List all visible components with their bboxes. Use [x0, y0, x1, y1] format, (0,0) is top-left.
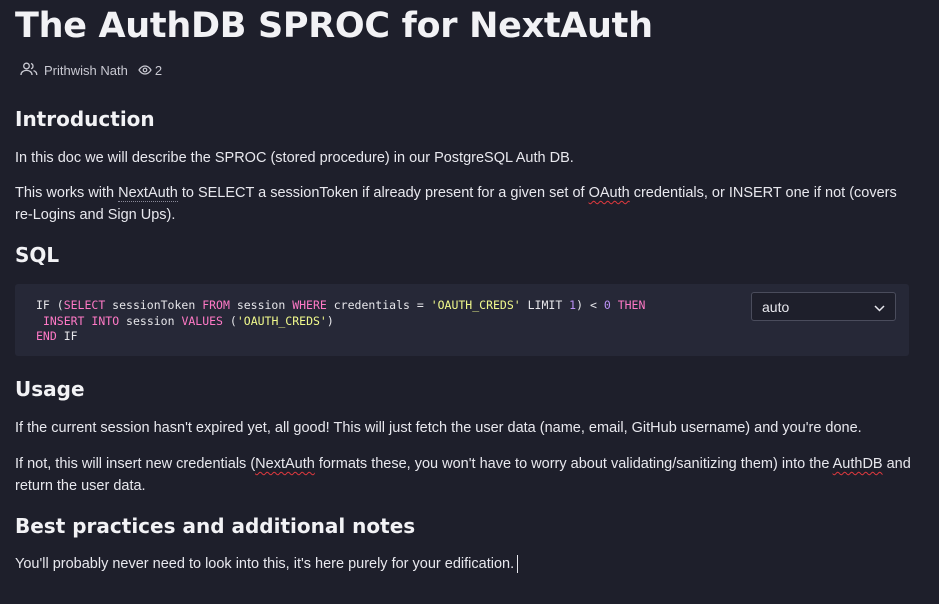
code-token: credentials =	[326, 298, 431, 312]
heading-best-practices[interactable]: Best practices and additional notes	[15, 514, 415, 538]
text-span: to SELECT a sessionToken if already pres…	[177, 185, 589, 201]
intro-paragraph-1[interactable]: In this doc we will describe the SPROC (…	[15, 147, 911, 169]
doc-page: The AuthDB SPROC for NextAuth Prithwish …	[0, 0, 939, 604]
doc-meta: Prithwish Nath 2	[20, 62, 162, 79]
code-language-value: auto	[762, 298, 790, 315]
text-span: If not, this will insert new credentials…	[15, 456, 256, 472]
code-keyword: FROM	[202, 298, 230, 312]
page-title[interactable]: The AuthDB SPROC for NextAuth	[15, 6, 653, 46]
code-string: 'OAUTH_CREDS'	[430, 298, 521, 312]
code-language-select[interactable]: auto	[751, 292, 896, 321]
code-keyword: INSERT	[42, 313, 85, 328]
heading-introduction[interactable]: Introduction	[15, 107, 155, 131]
code-token: LIMIT	[520, 298, 570, 312]
code-token: IF (	[36, 298, 64, 312]
code-token: session	[229, 298, 293, 312]
heading-sql[interactable]: SQL	[15, 243, 59, 267]
intro-paragraph-2[interactable]: This works with NextAuth to SELECT a ses…	[15, 182, 911, 226]
heading-usage[interactable]: Usage	[15, 377, 85, 401]
nextauth-term: NextAuth	[118, 185, 178, 202]
view-count: 2	[138, 63, 162, 78]
author-chip[interactable]: Prithwish Nath	[20, 62, 128, 79]
code-keyword: THEN	[617, 298, 646, 312]
chevron-down-icon	[874, 299, 885, 315]
author-name: Prithwish Nath	[44, 63, 128, 78]
eye-icon	[138, 63, 152, 78]
usage-paragraph-2[interactable]: If not, this will insert new credentials…	[15, 453, 911, 497]
spellcheck-nextauth[interactable]: NextAuth	[255, 456, 315, 472]
code-keyword: SELECT	[63, 298, 106, 312]
code-keyword: WHERE	[292, 298, 327, 312]
code-keyword: INTO	[91, 313, 120, 328]
code-keyword: VALUES	[181, 313, 223, 328]
code-token: IF	[56, 329, 78, 343]
usage-paragraph-1[interactable]: If the current session hasn't expired ye…	[15, 417, 911, 439]
code-token: ) <	[576, 298, 604, 312]
code-token: session	[119, 313, 182, 328]
code-token: sessionToken	[105, 298, 203, 312]
text-span: You'll probably never need to look into …	[15, 556, 515, 572]
text-span: This works with	[15, 185, 119, 201]
text-span: formats these, you won't have to worry a…	[314, 456, 833, 472]
spellcheck-authdb[interactable]: AuthDB	[833, 456, 883, 472]
code-token: (	[222, 313, 237, 328]
text-cursor	[517, 555, 519, 574]
best-practices-paragraph[interactable]: You'll probably never need to look into …	[15, 553, 911, 575]
users-icon	[20, 62, 38, 79]
code-token: )	[326, 313, 334, 328]
code-string: 'OAUTH_CREDS'	[236, 313, 327, 328]
view-count-value: 2	[154, 63, 163, 78]
spellcheck-oauth[interactable]: OAuth	[589, 185, 630, 201]
code-number: 0	[603, 298, 611, 312]
code-keyword: END	[36, 329, 57, 343]
